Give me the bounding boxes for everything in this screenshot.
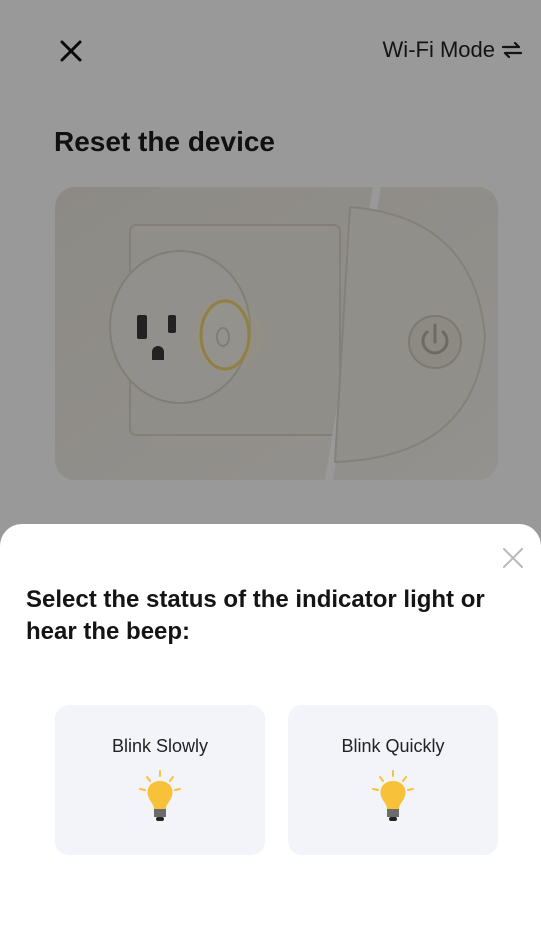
sheet-title: Select the status of the indicator light… xyxy=(26,586,485,645)
indicator-status-sheet: Select the status of the indicator light… xyxy=(0,524,541,926)
light-bulb-icon xyxy=(139,770,181,821)
option-label: Blink Slowly xyxy=(111,736,209,756)
light-bulb-icon xyxy=(372,770,414,821)
screen: Wi-Fi Mode Reset the device Select the s… xyxy=(0,0,541,926)
blink-slowly-option[interactable]: Blink Slowly xyxy=(55,705,265,855)
option-label: Blink Quickly xyxy=(341,736,445,756)
blink-quickly-option[interactable]: Blink Quickly xyxy=(288,705,498,855)
close-icon[interactable] xyxy=(501,546,525,570)
